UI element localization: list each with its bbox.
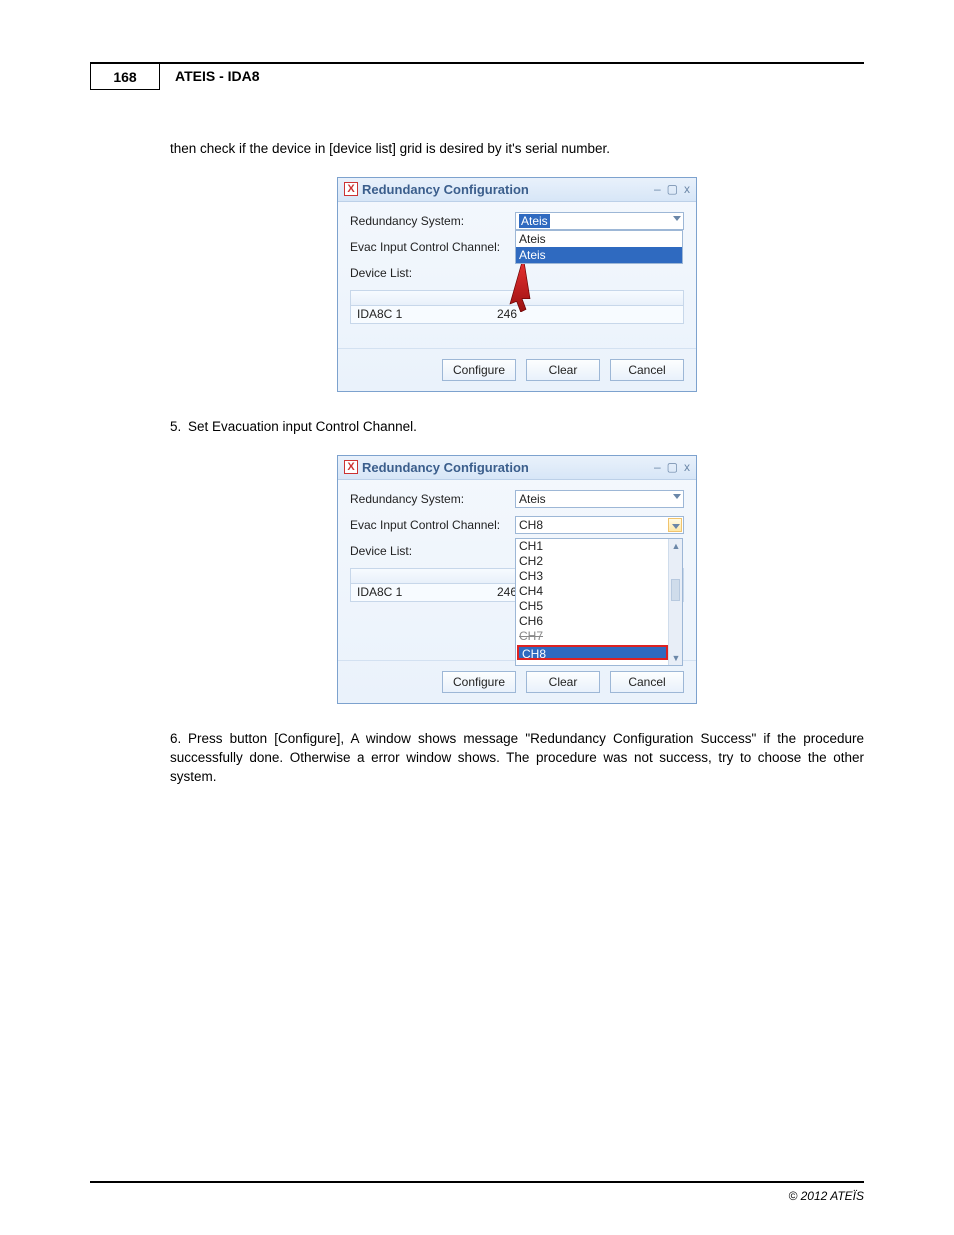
header-title: ATEIS - IDA8 (175, 68, 260, 84)
step5-text: Set Evacuation input Control Channel. (188, 419, 417, 434)
system-option-selected[interactable]: Ateis (516, 247, 682, 263)
chevron-down-icon[interactable] (668, 518, 682, 532)
channel-option-selected[interactable]: CH8 (517, 645, 668, 660)
device-row[interactable]: IDA8C 1 246 (350, 306, 684, 324)
maximize-icon[interactable]: ▢ (667, 183, 678, 195)
copyright: © 2012 ATEÏS (788, 1189, 864, 1203)
label-devlist: Device List: (350, 544, 515, 558)
channel-option[interactable]: CH6 (516, 614, 682, 629)
page: 168 ATEIS - IDA8 then check if the devic… (0, 0, 954, 1235)
dialog-body: Redundancy System: Ateis Ateis Ateis (338, 202, 696, 348)
label-channel: Evac Input Control Channel: (350, 518, 515, 532)
scroll-up-icon[interactable]: ▲ (669, 539, 683, 553)
minimize-icon[interactable]: – (654, 183, 661, 195)
scroll-thumb[interactable] (671, 579, 680, 601)
dialog-body: Redundancy System: Ateis Evac Input Cont… (338, 480, 696, 660)
device-name: IDA8C 1 (351, 584, 491, 601)
chevron-down-icon (673, 494, 681, 499)
dialog-titlebar: X Redundancy Configuration – ▢ x (338, 456, 696, 480)
system-selected: Ateis (519, 214, 550, 228)
device-list-header (350, 290, 684, 306)
intro-text: then check if the device in [device list… (170, 140, 864, 159)
cancel-button[interactable]: Cancel (610, 359, 684, 381)
label-channel: Evac Input Control Channel: (350, 240, 515, 254)
channel-option[interactable]: CH4 (516, 584, 682, 599)
dialog2-wrap: X Redundancy Configuration – ▢ x Redunda… (170, 455, 864, 704)
step6: 6.Press button [Configure], A window sho… (170, 730, 864, 787)
redundancy-dialog-2: X Redundancy Configuration – ▢ x Redunda… (337, 455, 697, 704)
channel-value: CH8 (519, 518, 543, 532)
minimize-icon[interactable]: – (654, 461, 661, 473)
app-icon: X (344, 182, 358, 196)
header-rule (90, 62, 864, 64)
close-icon[interactable]: x (684, 183, 690, 195)
channel-option[interactable]: CH1 (516, 539, 682, 554)
channel-option[interactable]: CH5 (516, 599, 682, 614)
scroll-down-icon[interactable]: ▼ (669, 651, 683, 665)
dialog-title: Redundancy Configuration (362, 182, 654, 197)
redundancy-dialog-1: X Redundancy Configuration – ▢ x Redunda… (337, 177, 697, 392)
step5: 5.Set Evacuation input Control Channel. (170, 418, 864, 437)
app-icon: X (344, 460, 358, 474)
dialog-titlebar: X Redundancy Configuration – ▢ x (338, 178, 696, 202)
window-buttons: – ▢ x (654, 461, 690, 473)
window-buttons: – ▢ x (654, 183, 690, 195)
system-value: Ateis (519, 492, 546, 506)
dialog-buttons: Configure Clear Cancel (338, 348, 696, 391)
channel-option[interactable]: CH3 (516, 569, 682, 584)
label-system: Redundancy System: (350, 214, 515, 228)
system-combobox[interactable]: Ateis (515, 212, 684, 230)
clear-button[interactable]: Clear (526, 671, 600, 693)
channel-dropdown[interactable]: CH1 CH2 CH3 CH4 CH5 CH6 CH7 CH8 ▲ ▼ (515, 538, 683, 666)
clear-button[interactable]: Clear (526, 359, 600, 381)
channel-option[interactable]: CH7 (516, 629, 682, 644)
channel-option[interactable]: CH2 (516, 554, 682, 569)
label-system: Redundancy System: (350, 492, 515, 506)
system-option[interactable]: Ateis (516, 231, 682, 247)
dialog1-wrap: X Redundancy Configuration – ▢ x Redunda… (170, 177, 864, 392)
device-serial: 246 (491, 306, 551, 323)
close-icon[interactable]: x (684, 461, 690, 473)
system-combobox[interactable]: Ateis (515, 490, 684, 508)
channel-combobox[interactable]: CH8 (515, 516, 684, 534)
content: then check if the device in [device list… (170, 140, 864, 804)
dropdown-scrollbar[interactable]: ▲ ▼ (668, 539, 682, 665)
chevron-down-icon (673, 216, 681, 221)
system-dropdown[interactable]: Ateis Ateis (515, 230, 683, 264)
dialog-buttons: Configure Clear Cancel (338, 660, 696, 703)
step6-text: Press button [Configure], A window shows… (170, 731, 864, 784)
footer-rule (90, 1181, 864, 1183)
cancel-button[interactable]: Cancel (610, 671, 684, 693)
maximize-icon[interactable]: ▢ (667, 461, 678, 473)
dialog-title: Redundancy Configuration (362, 460, 654, 475)
page-number: 168 (90, 62, 160, 90)
configure-button[interactable]: Configure (442, 671, 516, 693)
label-devlist: Device List: (350, 266, 515, 280)
device-name: IDA8C 1 (351, 306, 491, 323)
configure-button[interactable]: Configure (442, 359, 516, 381)
